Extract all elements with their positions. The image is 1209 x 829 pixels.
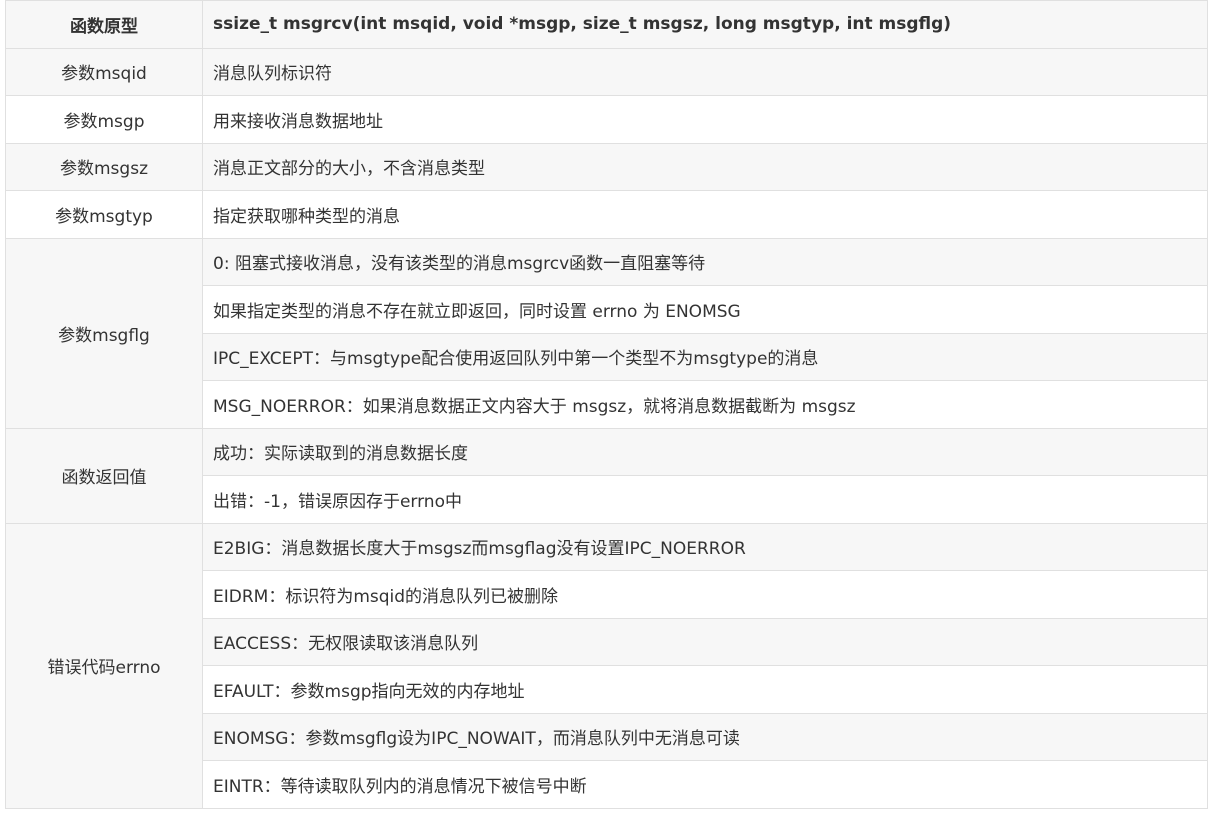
row-label-msqid: 参数msqid: [5, 47, 203, 96]
row-value: 0: 阻塞式接收消息，没有该类型的消息msgrcv函数一直阻塞等待: [202, 237, 1208, 286]
row-value: E2BIG：消息数据长度大于msgsz而msgflag没有设置IPC_NOERR…: [202, 522, 1208, 571]
row-value: IPC_EXCEPT：与msgtype配合使用返回队列中第一个类型不为msgty…: [202, 332, 1208, 381]
table-row: 函数返回值 成功：实际读取到的消息数据长度: [5, 427, 1208, 524]
table-row: 参数msgsz 消息正文部分的大小，不含消息类型: [5, 142, 1208, 191]
table-row: 参数msqid 消息队列标识符: [5, 47, 1208, 96]
row-value: EFAULT：参数msgp指向无效的内存地址: [202, 665, 1208, 714]
row-value: MSG_NOERROR：如果消息数据正文内容大于 msgsz，就将消息数据截断为…: [202, 380, 1208, 429]
row-label-errno: 错误代码errno: [5, 522, 203, 809]
msgrcv-reference-table: 函数原型 ssize_t msgrcv(int msqid, void *msg…: [5, 0, 1208, 809]
row-value: 出错：-1，错误原因存于errno中: [202, 475, 1208, 524]
table-row: 错误代码errno E2BIG：消息数据长度大于msgsz而msgflag没有设…: [5, 522, 1208, 809]
row-value: EACCESS：无权限读取该消息队列: [202, 617, 1208, 666]
row-value: 消息队列标识符: [202, 47, 1208, 96]
row-label-msgtyp: 参数msgtyp: [5, 190, 203, 239]
row-value: ENOMSG：参数msgflg设为IPC_NOWAIT，而消息队列中无消息可读: [202, 712, 1208, 761]
row-label-msgsz: 参数msgsz: [5, 142, 203, 191]
row-value: EIDRM：标识符为msqid的消息队列已被删除: [202, 570, 1208, 619]
row-label-msgp: 参数msgp: [5, 95, 203, 144]
table-header-row: 函数原型 ssize_t msgrcv(int msqid, void *msg…: [5, 0, 1208, 49]
table-row: 参数msgflg 0: 阻塞式接收消息，没有该类型的消息msgrcv函数一直阻塞…: [5, 237, 1208, 429]
row-value: 如果指定类型的消息不存在就立即返回，同时设置 errno 为 ENOMSG: [202, 285, 1208, 334]
row-value: 消息正文部分的大小，不含消息类型: [202, 142, 1208, 191]
row-value: 成功：实际读取到的消息数据长度: [202, 427, 1208, 476]
row-label-return-value: 函数返回值: [5, 427, 203, 524]
table-row: 参数msgtyp 指定获取哪种类型的消息: [5, 190, 1208, 239]
header-label-cell: 函数原型: [5, 0, 203, 49]
table-row: 参数msgp 用来接收消息数据地址: [5, 95, 1208, 144]
header-signature-cell: ssize_t msgrcv(int msqid, void *msgp, si…: [202, 0, 1208, 49]
row-value: EINTR：等待读取队列内的消息情况下被信号中断: [202, 760, 1208, 809]
row-value: 用来接收消息数据地址: [202, 95, 1208, 144]
row-label-msgflg: 参数msgflg: [5, 237, 203, 429]
row-value: 指定获取哪种类型的消息: [202, 190, 1208, 239]
